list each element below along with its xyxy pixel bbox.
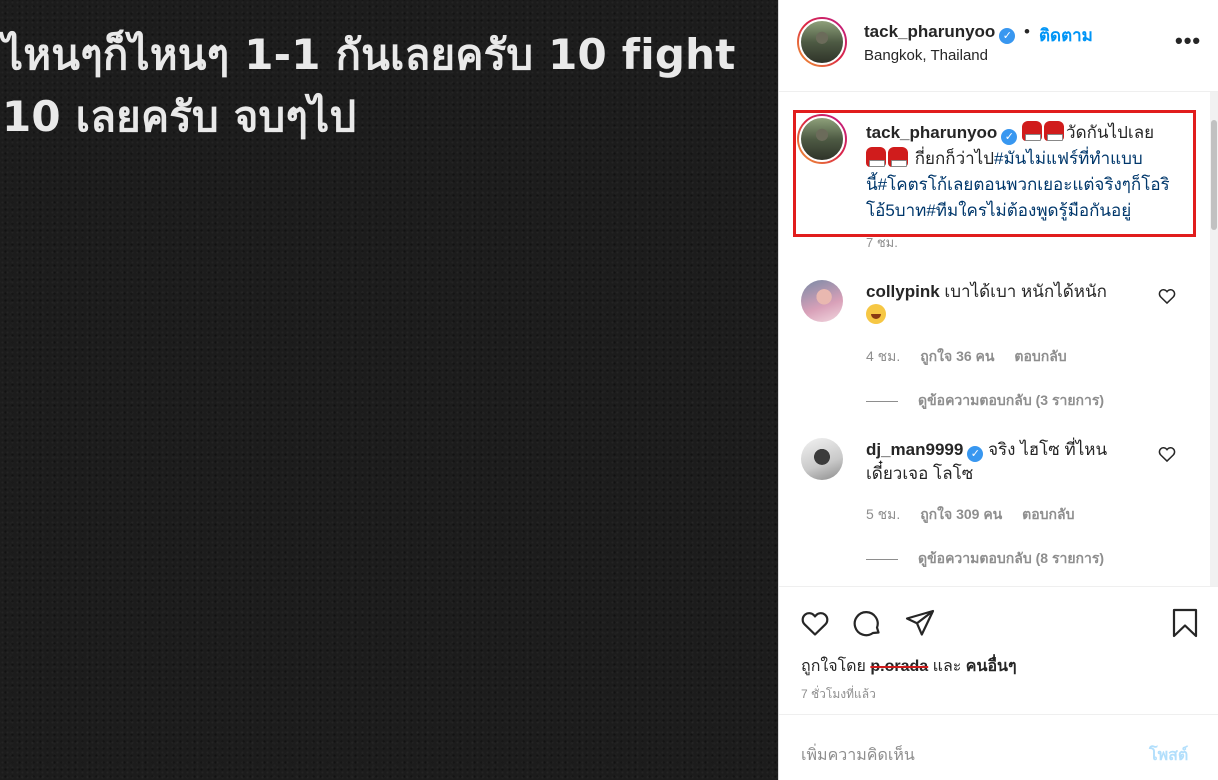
view-replies-label[interactable]: ดูข้อความตอบกลับ (8 รายการ)	[918, 550, 1104, 566]
comment-time: 4 ชม.	[866, 348, 901, 364]
commenter-avatar[interactable]	[801, 438, 843, 480]
comment-body: เบาได้เบา หนักได้หนัก	[944, 282, 1107, 301]
view-replies-label[interactable]: ดูข้อความตอบกลับ (3 รายการ)	[918, 392, 1104, 408]
comment-reply-button[interactable]: ตอบกลับ	[1014, 348, 1066, 364]
post-actions: ถูกใจโดย p.orada และ คนอื่นๆ 7 ชั่วโมงที…	[779, 586, 1218, 714]
header-separator: •	[1024, 22, 1030, 41]
replies-divider	[866, 400, 898, 402]
liked-by-prefix: ถูกใจโดย	[801, 658, 866, 675]
commenter-username[interactable]: collypink	[866, 282, 940, 301]
comment-like-heart-icon[interactable]	[1157, 286, 1177, 306]
comment-likes-count[interactable]: ถูกใจ 36 คน	[920, 348, 994, 364]
add-comment-input[interactable]: เพิ่มความคิดเห็น	[801, 743, 915, 768]
comment-meta: 5 ชม. ถูกใจ 309 คน ตอบกลับ	[866, 504, 1091, 526]
view-replies-button[interactable]: ดูข้อความตอบกลับ (8 รายการ)	[866, 548, 1104, 570]
comment-text: collypink เบาได้เบา หนักได้หนัก	[866, 280, 1156, 326]
post-caption: tack_pharunyoo ✓ วัดกันไปเลย กี่ยกก็ว่าไป…	[779, 92, 1209, 252]
post-side-panel: tack_pharunyoo ✓ • ติดตาม Bangkok, Thaila…	[778, 0, 1218, 780]
liked-by-others[interactable]: คนอื่นๆ	[966, 658, 1017, 675]
post-location[interactable]: Bangkok, Thailand	[864, 47, 988, 64]
post-comment-button[interactable]: โพสต์	[1149, 743, 1188, 768]
share-send-icon[interactable]	[904, 607, 936, 639]
save-bookmark-icon[interactable]	[1169, 607, 1201, 639]
scrollbar-thumb[interactable]	[1211, 120, 1217, 230]
comment-like-heart-icon[interactable]	[1157, 444, 1177, 464]
comment-likes-count[interactable]: ถูกใจ 309 คน	[920, 506, 1002, 522]
follow-button[interactable]: ติดตาม	[1039, 22, 1093, 49]
commenter-username[interactable]: dj_man9999	[866, 440, 963, 459]
post-image-text: ไหนๆก็ไหนๆ 1-1 กันเลยครับ 10 fight 10 เล…	[2, 24, 778, 148]
comment-meta: 4 ชม. ถูกใจ 36 คน ตอบกลับ	[866, 346, 1083, 368]
add-comment-bar: เพิ่มความคิดเห็น โพสต์	[779, 714, 1218, 780]
author-username[interactable]: tack_pharunyoo	[864, 22, 995, 41]
laughing-face-icon	[866, 304, 886, 324]
liked-by-and: และ	[932, 658, 962, 675]
replies-divider	[866, 558, 898, 560]
comment-bubble-icon[interactable]	[851, 607, 883, 639]
post-image-text-line-2: 10 เลยครับ จบๆไป	[2, 92, 357, 141]
verified-badge-icon: ✓	[999, 28, 1016, 44]
red-highlight-box	[793, 110, 1196, 237]
comment-body-line-2: เดี๋ยวเจอ โลโซ	[866, 464, 974, 483]
comments-list[interactable]: tack_pharunyoo ✓ วัดกันไปเลย กี่ยกก็ว่าไป…	[779, 92, 1218, 586]
comment-text: dj_man9999 ✓ จริง ไฮโซ ที่ไหน เดี๋ยวเจอ โ…	[866, 438, 1156, 485]
comments-scrollbar[interactable]	[1210, 92, 1218, 586]
comment-reply-button[interactable]: ตอบกลับ	[1022, 506, 1074, 522]
comment-time: 5 ชม.	[866, 506, 901, 522]
post-header: tack_pharunyoo ✓ • ติดตาม Bangkok, Thaila…	[779, 0, 1218, 92]
commenter-avatar[interactable]	[801, 280, 843, 322]
post-timestamp: 7 ชั่วโมงที่แล้ว	[801, 687, 876, 701]
comment-item: collypink เบาได้เบา หนักได้หนัก 4 ชม. ถู…	[779, 280, 1209, 420]
post-image: ไหนๆก็ไหนๆ 1-1 กันเลยครับ 10 fight 10 เล…	[0, 0, 778, 780]
view-replies-button[interactable]: ดูข้อความตอบกลับ (3 รายการ)	[866, 390, 1104, 412]
comment-body-line-1: จริง ไฮโซ ที่ไหน	[988, 440, 1108, 459]
author-avatar[interactable]	[797, 17, 847, 67]
post-image-text-line-1: ไหนๆก็ไหนๆ 1-1 กันเลยครับ 10 fight	[2, 30, 736, 79]
comment-item: dj_man9999 ✓ จริง ไฮโซ ที่ไหน เดี๋ยวเจอ โ…	[779, 438, 1209, 578]
more-options-icon[interactable]: •••	[1175, 28, 1201, 54]
like-heart-icon[interactable]	[799, 607, 831, 639]
liked-by-line: ถูกใจโดย p.orada และ คนอื่นๆ	[801, 654, 1017, 679]
verified-badge-icon: ✓	[967, 446, 984, 462]
liked-by-user[interactable]: p.orada	[870, 658, 928, 675]
author-username-row[interactable]: tack_pharunyoo ✓	[864, 22, 1016, 44]
